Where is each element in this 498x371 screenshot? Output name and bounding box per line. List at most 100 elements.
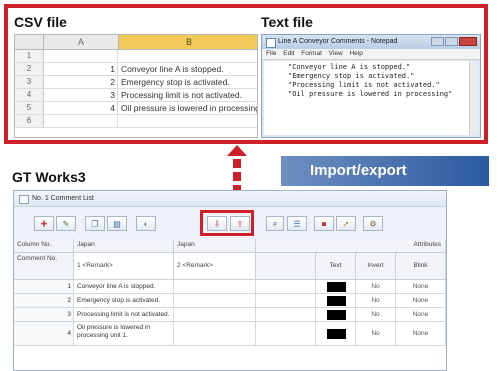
comment-text[interactable]: Processing limit is not activated. bbox=[74, 308, 174, 322]
row-number[interactable]: 5 bbox=[15, 102, 44, 114]
invert-cell[interactable]: No bbox=[356, 294, 396, 308]
comment-text[interactable]: Oil pressure is lowered in processing un… bbox=[74, 322, 174, 346]
sheet-row[interactable]: 2 1 Conveyor line A is stopped. bbox=[15, 63, 257, 76]
text-color-cell[interactable] bbox=[316, 280, 356, 294]
color-button[interactable]: ■ bbox=[314, 216, 334, 231]
add-icon: ✚ bbox=[40, 219, 48, 228]
cell-b[interactable]: Emergency stop is activated. bbox=[121, 76, 230, 88]
comment-number[interactable]: 3 bbox=[14, 308, 74, 322]
comment-text-2[interactable] bbox=[174, 322, 256, 346]
sheet-corner[interactable] bbox=[15, 35, 44, 50]
blink-cell[interactable]: None bbox=[396, 308, 446, 322]
notepad-text-area[interactable]: "Conveyor line A is stopped." "Emergency… bbox=[264, 61, 470, 135]
settings-button[interactable]: ⚙ bbox=[363, 216, 383, 231]
column-header-a[interactable]: A bbox=[44, 35, 119, 50]
column-header-b[interactable]: B bbox=[119, 35, 257, 50]
header-remark-1: 1 <Remark> bbox=[74, 253, 174, 280]
invert-cell[interactable]: No bbox=[356, 322, 396, 346]
text-color-cell[interactable] bbox=[316, 294, 356, 308]
cell-b[interactable]: Processing limit is not activated. bbox=[121, 89, 242, 101]
text-file-label: Text file bbox=[261, 14, 313, 30]
import-export-label: Import/export bbox=[310, 162, 407, 179]
jump-icon: ➚ bbox=[342, 219, 350, 228]
comment-number[interactable]: 4 bbox=[14, 322, 74, 346]
comment-text-2[interactable] bbox=[174, 280, 256, 294]
list-button[interactable]: ☰ bbox=[287, 216, 307, 231]
cell-a[interactable]: 2 bbox=[44, 76, 118, 88]
comment-list-titlebar[interactable]: No. 1 Comment List bbox=[14, 191, 446, 207]
blank-cell[interactable] bbox=[256, 294, 316, 308]
property-button[interactable]: ◐ bbox=[136, 216, 156, 231]
color-swatch bbox=[327, 329, 346, 339]
property-icon: ◐ bbox=[143, 219, 149, 228]
sheet-row[interactable]: 5 4 Oil pressure is lowered in processin… bbox=[15, 102, 257, 115]
header-blink: Blink bbox=[396, 253, 446, 280]
row-number[interactable]: 4 bbox=[15, 89, 44, 101]
find-button[interactable]: ⌕ bbox=[266, 216, 284, 231]
maximize-button[interactable] bbox=[445, 37, 458, 46]
cell-b[interactable]: Conveyor line A is stopped. bbox=[121, 63, 224, 75]
minimize-button[interactable] bbox=[431, 37, 444, 46]
cell-a[interactable]: 1 bbox=[44, 63, 118, 75]
row-number[interactable]: 2 bbox=[15, 63, 44, 75]
color-swatch bbox=[327, 310, 346, 320]
comment-table: Column No. Japan Japan Attributes Commen… bbox=[14, 239, 446, 370]
blank-cell[interactable] bbox=[256, 322, 316, 346]
sheet-row[interactable]: 3 2 Emergency stop is activated. bbox=[15, 76, 257, 89]
comment-text[interactable]: Emergency stop is activated. bbox=[74, 294, 174, 308]
header-blank bbox=[256, 253, 316, 280]
blink-cell[interactable]: None bbox=[396, 280, 446, 294]
text-color-cell[interactable] bbox=[316, 308, 356, 322]
comment-text-2[interactable] bbox=[174, 308, 256, 322]
header-comment-no: Comment No. bbox=[14, 253, 74, 280]
notepad-title: Line A Conveyor Comments - Notepad bbox=[278, 38, 398, 45]
notepad-menubar[interactable]: File Edit Format View Help bbox=[262, 49, 480, 60]
edit-icon: ✎ bbox=[62, 219, 70, 228]
sheet-row[interactable]: 4 3 Processing limit is not activated. bbox=[15, 89, 257, 102]
comment-number[interactable]: 2 bbox=[14, 294, 74, 308]
text-line: "Processing limit is not activated." bbox=[288, 81, 440, 89]
gt-works-label: GT Works3 bbox=[12, 169, 86, 185]
blink-cell[interactable]: None bbox=[396, 294, 446, 308]
header-japan-1: Japan bbox=[74, 239, 174, 253]
header-japan-2: Japan bbox=[174, 239, 256, 253]
row-number[interactable]: 6 bbox=[15, 115, 44, 127]
settings-icon: ⚙ bbox=[369, 219, 377, 228]
add-comment-button[interactable]: ✚ bbox=[34, 216, 54, 231]
row-number[interactable]: 3 bbox=[15, 76, 44, 88]
invert-cell[interactable]: No bbox=[356, 280, 396, 294]
header-text: Text bbox=[316, 253, 356, 280]
cell-a[interactable] bbox=[44, 115, 118, 127]
notepad-titlebar[interactable]: Line A Conveyor Comments - Notepad bbox=[262, 35, 480, 49]
comment-toolbar: ✚ ✎ ❐ ▤ ◐ ⇩ ⇧ ⌕ ☰ ■ ➚ ⚙ bbox=[14, 207, 446, 239]
comment-text-2[interactable] bbox=[174, 294, 256, 308]
comment-number[interactable]: 1 bbox=[14, 280, 74, 294]
window-icon bbox=[19, 195, 29, 204]
invert-cell[interactable]: No bbox=[356, 308, 396, 322]
sheet-row[interactable]: 6 bbox=[15, 115, 257, 128]
notepad-scrollbar[interactable] bbox=[469, 61, 478, 135]
cell-a[interactable] bbox=[44, 50, 118, 62]
blank-cell[interactable] bbox=[256, 280, 316, 294]
copy-button[interactable]: ❐ bbox=[85, 216, 105, 231]
jump-button[interactable]: ➚ bbox=[336, 216, 356, 231]
color-swatch bbox=[327, 282, 346, 292]
close-button[interactable] bbox=[459, 37, 477, 46]
comment-text[interactable]: Conveyor line A is stopped. bbox=[74, 280, 174, 294]
csv-file-label: CSV file bbox=[14, 14, 67, 30]
import-export-highlight bbox=[200, 210, 254, 236]
row-number[interactable]: 1 bbox=[15, 50, 44, 62]
sheet-row[interactable]: 1 bbox=[15, 50, 257, 63]
edit-button[interactable]: ✎ bbox=[56, 216, 76, 231]
cell-a[interactable]: 4 bbox=[44, 102, 118, 114]
comment-list-title: No. 1 Comment List bbox=[32, 195, 94, 202]
cell-b[interactable]: Oil pressure is lowered in processing bbox=[121, 102, 257, 114]
text-color-cell[interactable] bbox=[316, 322, 356, 346]
blank-cell[interactable] bbox=[256, 308, 316, 322]
color-icon: ■ bbox=[321, 219, 327, 228]
cell-a[interactable]: 3 bbox=[44, 89, 118, 101]
text-line: "Conveyor line A is stopped." bbox=[288, 63, 411, 71]
comment-list-window: No. 1 Comment List ✚ ✎ ❐ ▤ ◐ ⇩ ⇧ ⌕ ☰ ■ ➚… bbox=[13, 190, 447, 371]
blink-cell[interactable]: None bbox=[396, 322, 446, 346]
paste-button[interactable]: ▤ bbox=[107, 216, 127, 231]
